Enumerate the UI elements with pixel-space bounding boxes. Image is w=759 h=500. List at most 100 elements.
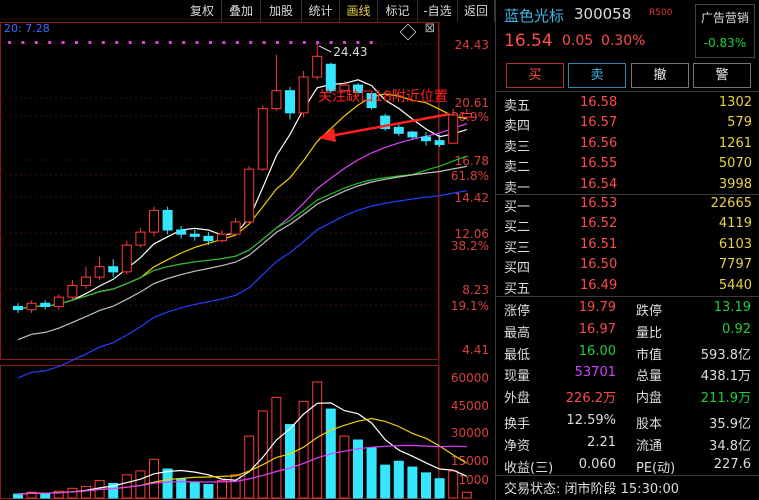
sell-button[interactable]: 卖 xyxy=(568,63,626,88)
candle-body xyxy=(285,90,295,114)
candle-body xyxy=(162,209,173,231)
candle-body xyxy=(67,284,78,298)
volume-bar xyxy=(393,460,404,499)
stat-value: 438.1万 xyxy=(700,369,751,385)
ask-row[interactable]: 卖二 16.55 5070 xyxy=(496,155,759,175)
price-axis-label: 14.42 xyxy=(455,191,489,205)
stat-key: 换手 xyxy=(504,417,531,432)
stat-value: 226.2万 xyxy=(565,391,616,407)
level-volume: 5440 xyxy=(718,277,752,293)
stat-value: 16.00 xyxy=(578,343,616,359)
sector-box[interactable]: 广告营销 -0.83% xyxy=(695,4,755,58)
ask-row[interactable]: 卖一 16.54 3998 xyxy=(496,176,759,196)
level-label: 买二 xyxy=(504,220,531,236)
stat-value: 13.19 xyxy=(713,300,751,315)
candle-body xyxy=(176,229,187,235)
marker-dot xyxy=(289,41,293,44)
ma-line xyxy=(17,79,467,311)
price-change-pct: 0.30% xyxy=(601,33,646,49)
price-axis-label: 24.43 xyxy=(455,38,489,52)
volume-bar xyxy=(257,410,268,499)
candle-body xyxy=(121,244,132,273)
price-axis-label: 20.61 xyxy=(455,96,489,110)
candle-body xyxy=(271,90,282,110)
level-label: 卖四 xyxy=(504,119,531,135)
stat-value: 16.97 xyxy=(578,321,616,337)
toolbar-button[interactable]: 返回 xyxy=(458,0,495,22)
volume-bar xyxy=(285,424,295,499)
level-price: 16.51 xyxy=(580,236,618,252)
level-price: 16.55 xyxy=(580,156,618,172)
stat-key: 市值 xyxy=(636,347,663,363)
stat-cell: 涨停 19.79 xyxy=(504,300,616,320)
price-axis-label: 8.23 xyxy=(462,283,489,297)
marker-dot xyxy=(88,41,92,44)
stat-cell: 最低 16.00 xyxy=(504,344,616,364)
stat-key: 收益(三) xyxy=(504,460,554,476)
marker-dot xyxy=(115,41,119,44)
volume-bar xyxy=(448,470,459,499)
marker-dot xyxy=(182,41,186,44)
trade-status-value: 闭市阶段 15:30:00 xyxy=(564,482,680,497)
toolbar-button[interactable]: 加股 xyxy=(261,0,302,22)
toolbar-button[interactable]: 画线 xyxy=(340,0,378,22)
bid-row[interactable]: 买二 16.52 4119 xyxy=(496,215,759,235)
marker-dot xyxy=(101,41,105,44)
level-price: 16.53 xyxy=(580,196,618,211)
stock-name: 蓝色光标 xyxy=(504,7,565,25)
level-price: 16.50 xyxy=(580,257,618,273)
level-label: 卖五 xyxy=(504,99,531,114)
toolbar-button[interactable]: -自选 xyxy=(418,0,458,22)
marker-dot xyxy=(75,41,78,44)
toolbar-button[interactable]: 叠加 xyxy=(222,0,261,22)
stat-cell: 外盘 226.2万 xyxy=(504,387,616,407)
stock-terminal: 复权叠加加股统计画线标记-自选返回 20: 7.28 ⊠ 24.4320.618… xyxy=(0,0,759,500)
candle-body xyxy=(203,235,214,242)
ask-row[interactable]: 卖五 16.58 1302 xyxy=(496,94,759,114)
marker-dot xyxy=(195,41,199,44)
marker-dot xyxy=(222,41,226,44)
alert-button[interactable]: 警 xyxy=(693,63,751,88)
candle-body xyxy=(421,136,431,142)
price-pane-frame xyxy=(0,22,439,360)
marker-dot xyxy=(262,41,266,44)
ask-row[interactable]: 卖三 16.56 1261 xyxy=(496,135,759,155)
level-price: 16.56 xyxy=(580,135,618,151)
buy-button[interactable]: 买 xyxy=(506,63,564,88)
bid-row[interactable]: 买五 16.49 5440 xyxy=(496,277,759,297)
ask-row[interactable]: 卖四 16.57 579 xyxy=(496,114,759,134)
stat-cell: 跌停 13.19 xyxy=(636,300,751,320)
marker-dot xyxy=(356,41,360,44)
candle-body xyxy=(217,233,227,242)
stat-value: 593.8亿 xyxy=(700,347,751,363)
volume-bar xyxy=(421,472,431,499)
marker-dot xyxy=(209,41,212,44)
bid-row[interactable]: 买三 16.51 6103 xyxy=(496,236,759,256)
kline-chart: 24.4320.6180.9%16.7861.8%14.4212.0638.2%… xyxy=(0,22,489,500)
bid-row[interactable]: 买四 16.50 7797 xyxy=(496,256,759,276)
marker-dot xyxy=(48,41,52,44)
price-axis-label: 16.78 xyxy=(455,154,489,168)
candle-body xyxy=(108,266,119,273)
candle-body xyxy=(40,302,51,307)
r-mark: R500 xyxy=(649,8,673,18)
cancel-order-button[interactable]: 撤 xyxy=(631,63,689,88)
bid-row[interactable]: 买一 16.53 22665 xyxy=(496,195,759,215)
level-price: 16.58 xyxy=(580,95,618,110)
volume-bar xyxy=(67,487,78,499)
stat-cell: PE(动) 227.6 xyxy=(636,457,751,477)
toolbar-button[interactable]: 标记 xyxy=(378,0,418,22)
stat-value: 0.060 xyxy=(578,456,616,472)
toolbar-button[interactable]: 复权 xyxy=(183,0,222,22)
volume-bar xyxy=(149,458,159,499)
marker-dot xyxy=(235,41,239,44)
level-volume: 6103 xyxy=(718,236,752,252)
candle-body xyxy=(257,108,268,170)
candle-body xyxy=(230,221,241,235)
volume-bar xyxy=(189,482,200,499)
toolbar-button[interactable]: 统计 xyxy=(302,0,340,22)
candle-body xyxy=(312,55,323,78)
stat-value: 0.92 xyxy=(722,321,751,337)
stat-key: 股本 xyxy=(636,417,663,432)
volume-bar xyxy=(339,435,350,499)
